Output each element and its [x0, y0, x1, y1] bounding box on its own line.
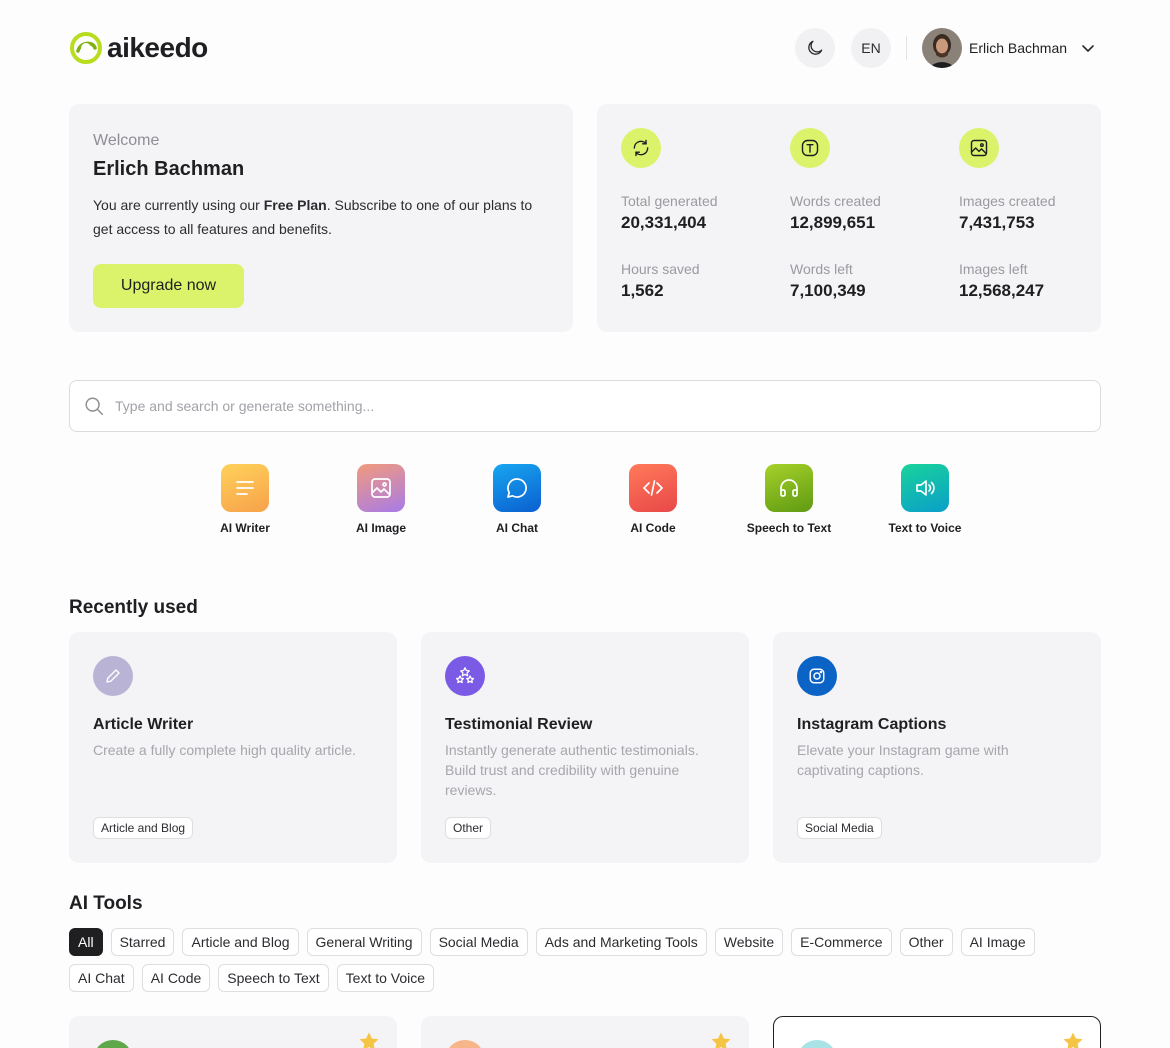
recent-title: Recently used: [69, 597, 198, 618]
quick-tool-speech-to-text[interactable]: Speech to Text: [721, 464, 857, 535]
speaker-icon: [901, 464, 949, 512]
filter-all[interactable]: All: [69, 928, 103, 956]
filter-ai-chat[interactable]: AI Chat: [69, 964, 134, 992]
avatar: [922, 28, 962, 68]
logo-icon: [70, 32, 102, 64]
logo-text: aikeedo: [107, 32, 208, 63]
instagram-icon: [797, 656, 837, 696]
welcome-name: Erlich Bachman: [93, 158, 245, 180]
search-input[interactable]: [115, 398, 1015, 414]
tool-filters: All Starred Article and Blog General Wri…: [69, 928, 1079, 992]
chat-icon: [493, 464, 541, 512]
recent-tag: Social Media: [797, 817, 882, 839]
code-icon: [629, 464, 677, 512]
chevron-down-icon: [1082, 45, 1094, 53]
welcome-card: Welcome Erlich Bachman You are currently…: [69, 104, 573, 332]
language-label: EN: [861, 40, 881, 56]
filter-e-commerce[interactable]: E-Commerce: [791, 928, 892, 956]
recent-tag: Article and Blog: [93, 817, 194, 839]
stat-images-left: Images left 12,568,247: [959, 261, 1045, 300]
header-divider: [906, 36, 907, 60]
user-menu[interactable]: Erlich Bachman: [922, 28, 1098, 68]
filter-article-and-blog[interactable]: Article and Blog: [182, 928, 299, 956]
tool-icon: [93, 1040, 133, 1048]
refresh-icon: [621, 128, 661, 168]
tool-icon: [445, 1040, 485, 1048]
quick-tool-ai-code[interactable]: AI Code: [585, 464, 721, 535]
filter-ads-and-marketing[interactable]: Ads and Marketing Tools: [535, 928, 707, 956]
quick-tool-text-to-voice[interactable]: Text to Voice: [857, 464, 993, 535]
stat-hours-saved: Hours saved 1,562: [621, 261, 700, 300]
text-icon: [790, 128, 830, 168]
filter-ai-image[interactable]: AI Image: [960, 928, 1035, 956]
image-icon: [357, 464, 405, 512]
user-name: Erlich Bachman: [969, 40, 1068, 56]
filter-website[interactable]: Website: [714, 928, 784, 956]
stat-words-created: Words created 12,899,651: [790, 193, 881, 232]
tool-card[interactable]: [421, 1016, 749, 1048]
moon-icon: [808, 40, 823, 55]
star-icon[interactable]: [1061, 1030, 1085, 1048]
stat-total-generated: Total generated 20,331,404: [621, 193, 718, 232]
language-button[interactable]: EN: [851, 28, 891, 68]
recent-tag: Other: [445, 817, 492, 839]
plan-name: Free Plan: [263, 197, 327, 213]
stars-icon: [445, 656, 485, 696]
filter-ai-code[interactable]: AI Code: [141, 964, 211, 992]
search-icon: [85, 397, 103, 415]
tool-card[interactable]: [69, 1016, 397, 1048]
star-icon[interactable]: [357, 1030, 381, 1048]
filter-other[interactable]: Other: [899, 928, 953, 956]
image-icon: [959, 128, 999, 168]
recent-card-article-writer[interactable]: Article Writer Create a fully complete h…: [69, 632, 397, 863]
filter-starred[interactable]: Starred: [110, 928, 175, 956]
filter-social-media[interactable]: Social Media: [429, 928, 528, 956]
filter-speech-to-text[interactable]: Speech to Text: [218, 964, 329, 992]
headphones-icon: [765, 464, 813, 512]
quick-tool-ai-chat[interactable]: AI Chat: [449, 464, 585, 535]
filter-text-to-voice[interactable]: Text to Voice: [336, 964, 435, 992]
search-bar[interactable]: [69, 380, 1101, 432]
logo[interactable]: aikeedo: [69, 31, 208, 65]
upgrade-button[interactable]: Upgrade now: [93, 264, 244, 308]
lines-icon: [221, 464, 269, 512]
recent-card-instagram-captions[interactable]: Instagram Captions Elevate your Instagra…: [773, 632, 1101, 863]
tools-title: AI Tools: [69, 893, 143, 914]
tool-icon: [797, 1040, 837, 1048]
plan-text: You are currently using our Free Plan. S…: [93, 197, 533, 237]
stat-words-left: Words left 7,100,349: [790, 261, 866, 300]
tool-card-selected[interactable]: [773, 1016, 1101, 1048]
star-icon[interactable]: [709, 1030, 733, 1048]
pencil-icon: [93, 656, 133, 696]
filter-general-writing[interactable]: General Writing: [306, 928, 422, 956]
stat-images-created: Images created 7,431,753: [959, 193, 1056, 232]
stats-card: Total generated 20,331,404 Words created…: [597, 104, 1101, 332]
quick-tool-ai-image[interactable]: AI Image: [313, 464, 449, 535]
recent-card-testimonial-review[interactable]: Testimonial Review Instantly generate au…: [421, 632, 749, 863]
theme-toggle-button[interactable]: [795, 28, 835, 68]
quick-tool-ai-writer[interactable]: AI Writer: [177, 464, 313, 535]
welcome-greeting: Welcome: [93, 132, 160, 149]
